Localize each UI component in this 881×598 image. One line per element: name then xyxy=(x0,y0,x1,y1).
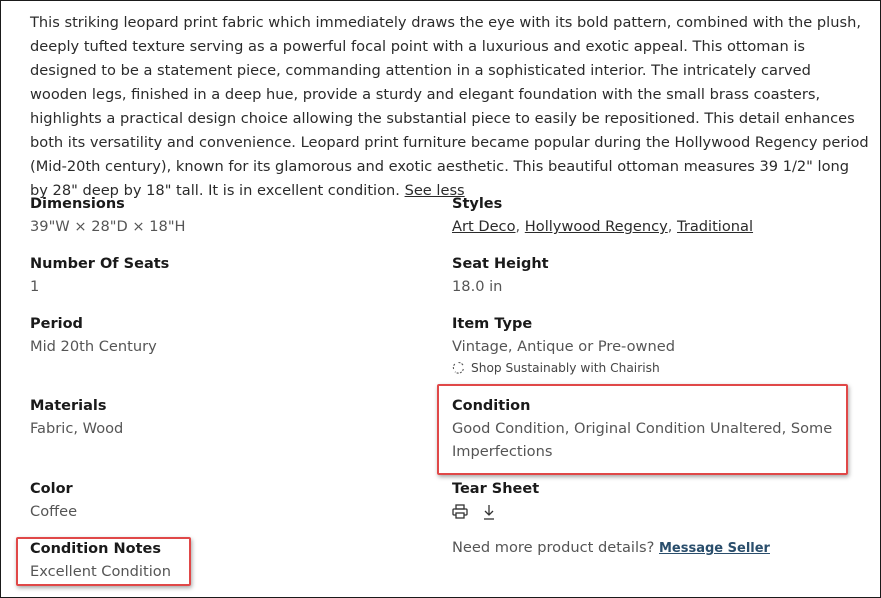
spec-materials: Materials Fabric, Wood xyxy=(30,395,123,440)
more-details: Need more product details? Message Selle… xyxy=(452,539,770,556)
dimensions-value: 39"W × 28"D × 18"H xyxy=(30,218,186,235)
seat-height-value: 18.0 in xyxy=(452,278,503,295)
condition-notes-highlight-box xyxy=(16,537,191,586)
printer-icon[interactable] xyxy=(452,504,468,523)
download-icon[interactable] xyxy=(483,504,495,524)
spec-color: Color Coffee xyxy=(30,478,77,523)
shop-sustainably-text: Shop Sustainably with Chairish xyxy=(471,361,660,375)
seats-label: Number Of Seats xyxy=(30,256,170,272)
shop-sustainably-link[interactable]: Shop Sustainably with Chairish xyxy=(452,359,675,377)
tear-sheet-actions xyxy=(452,503,539,523)
styles-value: Art Deco, Hollywood Regency, Traditional xyxy=(452,218,754,235)
tear-sheet-label: Tear Sheet xyxy=(452,481,540,497)
spec-styles: Styles Art Deco, Hollywood Regency, Trad… xyxy=(452,193,753,238)
period-value: Mid 20th Century xyxy=(30,338,157,355)
materials-label: Materials xyxy=(30,398,107,414)
spec-seat-height: Seat Height 18.0 in xyxy=(452,253,549,298)
product-description: This striking leopard print fabric which… xyxy=(30,11,870,203)
style-link-art-deco[interactable]: Art Deco xyxy=(452,218,516,235)
description-text: This striking leopard print fabric which… xyxy=(30,14,869,199)
materials-value: Fabric, Wood xyxy=(30,420,124,437)
color-value: Coffee xyxy=(30,503,78,520)
spec-period: Period Mid 20th Century xyxy=(30,313,157,358)
more-details-text: Need more product details? xyxy=(452,539,655,556)
condition-highlight-box xyxy=(437,384,848,475)
color-label: Color xyxy=(30,481,73,497)
period-label: Period xyxy=(30,316,83,332)
styles-label: Styles xyxy=(452,196,503,212)
spec-tear-sheet: Tear Sheet xyxy=(452,478,539,523)
seat-height-label: Seat Height xyxy=(452,256,549,272)
dimensions-label: Dimensions xyxy=(30,196,125,212)
spec-item-type: Item Type Vintage, Antique or Pre-owned … xyxy=(452,313,675,377)
item-type-value: Vintage, Antique or Pre-owned xyxy=(452,338,675,355)
recycle-icon xyxy=(452,361,465,374)
spec-dimensions: Dimensions 39"W × 28"D × 18"H xyxy=(30,193,186,238)
spec-number-of-seats: Number Of Seats 1 xyxy=(30,253,169,298)
seats-value: 1 xyxy=(30,278,40,295)
item-type-label: Item Type xyxy=(452,316,533,332)
style-link-hollywood-regency[interactable]: Hollywood Regency xyxy=(525,218,668,235)
message-seller-link[interactable]: Message Seller xyxy=(659,541,770,556)
style-link-traditional[interactable]: Traditional xyxy=(677,218,753,235)
